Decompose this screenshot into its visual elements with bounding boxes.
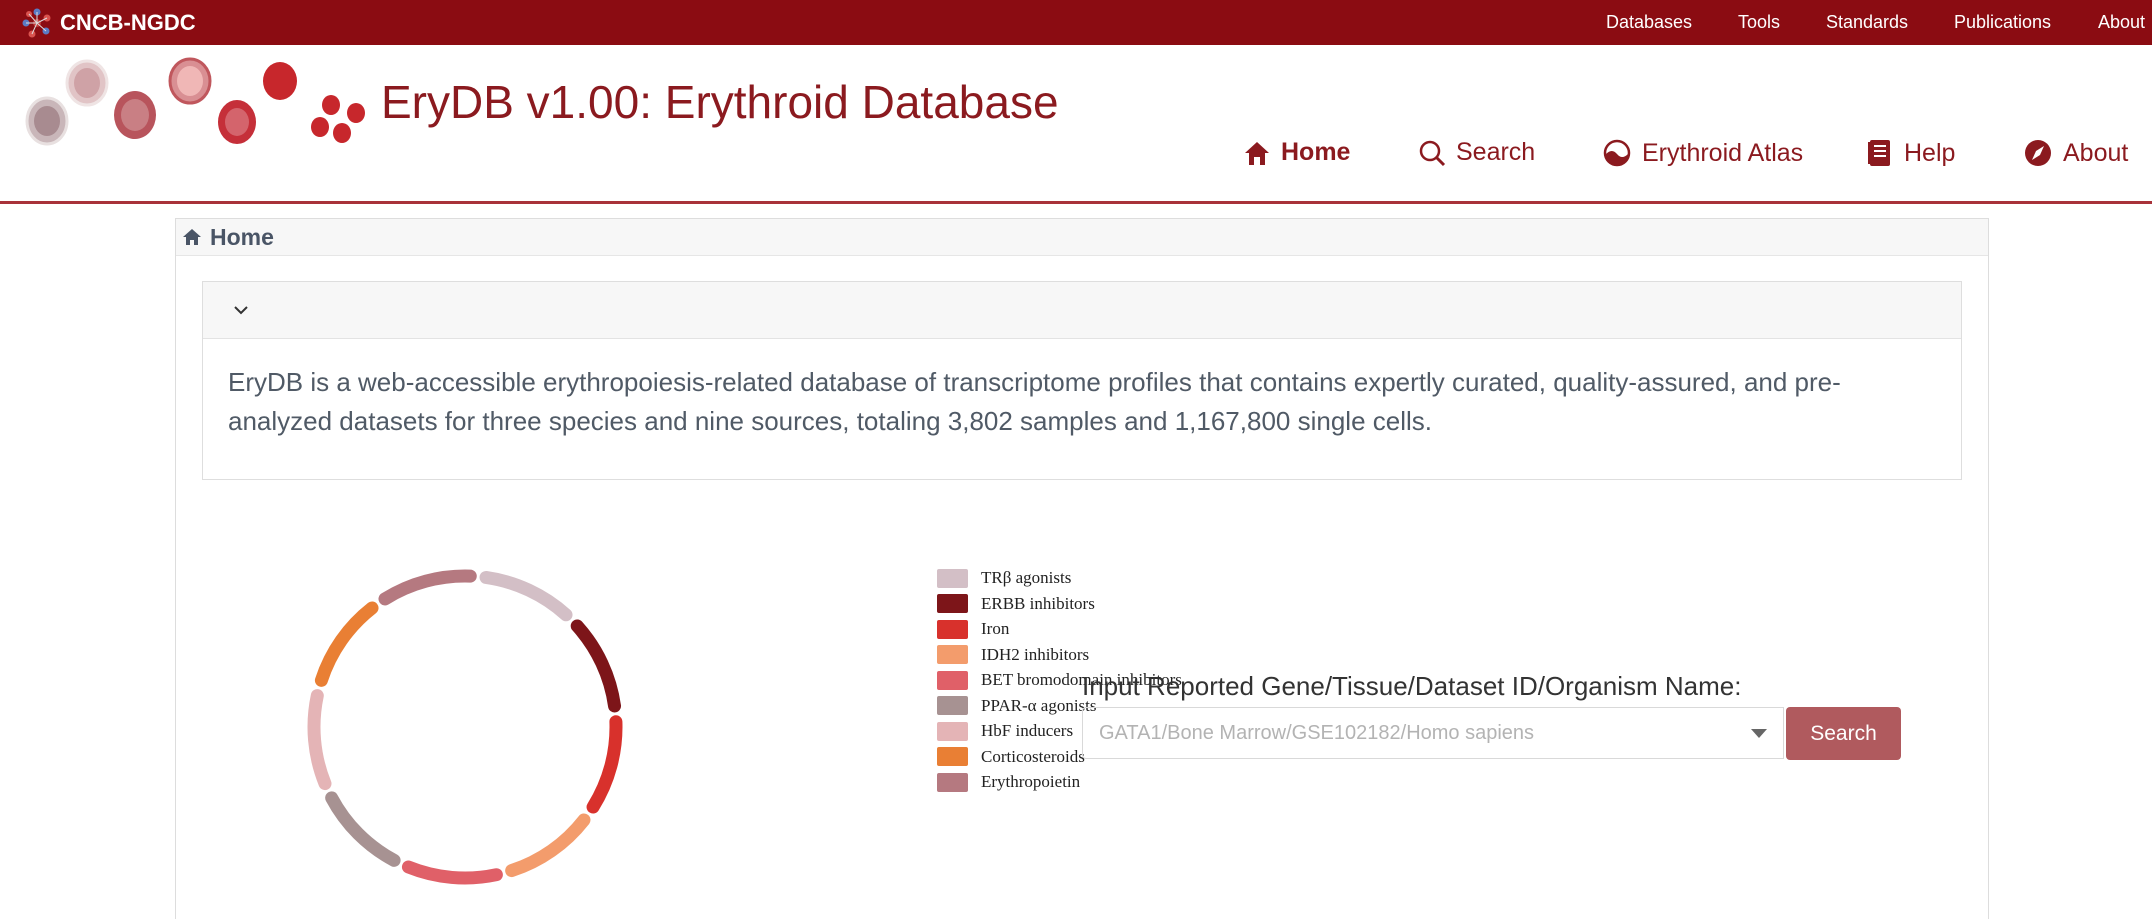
legend-item[interactable]: ERBB inhibitors bbox=[937, 594, 1095, 614]
legend-label: Iron bbox=[981, 619, 1010, 638]
legend-swatch bbox=[937, 721, 968, 741]
legend-swatch bbox=[937, 747, 968, 766]
legend-swatch bbox=[937, 568, 968, 588]
atlas-icon bbox=[1603, 139, 1631, 167]
search-combobox[interactable] bbox=[1082, 707, 1784, 759]
blood-cells-logo-icon[interactable] bbox=[22, 57, 392, 167]
legend-label: Corticosteroids bbox=[981, 746, 1085, 766]
top-bar: CNCB-NGDC Databases Tools Standards Publ… bbox=[0, 0, 2152, 45]
compass-icon bbox=[2025, 140, 2051, 166]
legend-item[interactable]: HbF inducers bbox=[937, 721, 1073, 741]
legend-swatch bbox=[937, 670, 968, 690]
donut-slice-2[interactable] bbox=[586, 715, 623, 814]
topnav-tools[interactable]: Tools bbox=[1738, 12, 1780, 33]
topnav-about[interactable]: About bbox=[2098, 12, 2145, 33]
cncb-ngdc-logo[interactable]: CNCB-NGDC bbox=[20, 0, 196, 45]
topnav-standards[interactable]: Standards bbox=[1826, 12, 1908, 33]
donut-slice-7[interactable] bbox=[314, 601, 379, 687]
legend-item[interactable]: IDH2 inhibitors bbox=[937, 645, 1089, 665]
legend-swatch bbox=[937, 594, 968, 613]
intro-card: EryDB is a web-accessible erythropoiesis… bbox=[202, 281, 1962, 480]
search-button[interactable]: Search bbox=[1786, 707, 1901, 760]
legend-item[interactable]: Iron bbox=[937, 619, 1009, 639]
donut-slice-6[interactable] bbox=[307, 689, 332, 791]
intro-text: EryDB is a web-accessible erythropoiesis… bbox=[228, 367, 1841, 436]
legend-label: Erythropoietin bbox=[981, 772, 1081, 791]
book-icon bbox=[1868, 140, 1890, 166]
nav-erythroid-atlas-label: Erythroid Atlas bbox=[1642, 138, 1804, 167]
donut-slice-0[interactable] bbox=[479, 570, 573, 622]
search-input[interactable] bbox=[1097, 721, 1741, 746]
brand-text: CNCB-NGDC bbox=[60, 9, 196, 35]
legend-label: HbF inducers bbox=[981, 721, 1074, 740]
legend-label: PPAR-α agonists bbox=[981, 695, 1097, 715]
breadcrumb: Home bbox=[176, 219, 1988, 256]
nav-home-label: Home bbox=[1281, 138, 1351, 166]
legend-swatch bbox=[937, 696, 968, 715]
legend-item[interactable]: PPAR-α agonists bbox=[937, 696, 1097, 716]
site-header: EryDB v1.00: Erythroid Database Home Sea… bbox=[0, 45, 2152, 204]
legend-item[interactable]: TRβ agonists bbox=[937, 568, 1071, 588]
legend-item[interactable]: Erythropoietin bbox=[937, 772, 1080, 792]
legend-swatch bbox=[937, 772, 968, 792]
donut-slice-4[interactable] bbox=[401, 860, 503, 885]
nav-home[interactable]: Home bbox=[1243, 138, 1350, 167]
donut-slice-1[interactable] bbox=[570, 619, 622, 713]
donut-slice-8[interactable] bbox=[378, 569, 477, 606]
topnav-publications[interactable]: Publications bbox=[1954, 12, 2051, 33]
legend-label: ERBB inhibitors bbox=[981, 593, 1095, 613]
legend-swatch bbox=[937, 619, 968, 639]
nav-about[interactable]: About bbox=[2023, 138, 2128, 168]
donut-chart: TRβ agonists ERBB inhibitors Iron IDH2 inhi… bbox=[297, 545, 1182, 905]
donut-slice-3[interactable] bbox=[505, 813, 591, 878]
breadcrumb-home[interactable]: Home bbox=[210, 224, 274, 251]
topnav-databases[interactable]: Databases bbox=[1606, 12, 1692, 33]
donut-chart-svg bbox=[307, 569, 623, 885]
home-icon bbox=[1245, 141, 1269, 165]
network-logo-icon bbox=[22, 8, 51, 37]
nav-about-label: About bbox=[2063, 138, 2129, 167]
legend-label: TRβ agonists bbox=[981, 568, 1072, 587]
nav-help[interactable]: Help bbox=[1866, 138, 1955, 168]
nav-search[interactable]: Search bbox=[1418, 138, 1535, 167]
chevron-down-icon[interactable] bbox=[233, 304, 249, 316]
donut-slice-5[interactable] bbox=[325, 791, 401, 867]
nav-help-label: Help bbox=[1904, 138, 1956, 167]
caret-down-icon[interactable] bbox=[1751, 729, 1767, 738]
legend-swatch bbox=[937, 645, 968, 664]
home-icon bbox=[183, 229, 201, 245]
nav-search-label: Search bbox=[1456, 138, 1536, 166]
legend-item[interactable]: Corticosteroids bbox=[937, 747, 1085, 767]
search-label: Input Reported Gene/Tissue/Dataset ID/Or… bbox=[1082, 671, 1742, 701]
legend-label: IDH2 inhibitors bbox=[981, 644, 1090, 664]
search-icon bbox=[1419, 140, 1446, 166]
nav-erythroid-atlas[interactable]: Erythroid Atlas bbox=[1602, 138, 1803, 168]
intro-card-header[interactable] bbox=[203, 282, 1961, 339]
site-title: EryDB v1.00: Erythroid Database bbox=[381, 76, 1059, 128]
